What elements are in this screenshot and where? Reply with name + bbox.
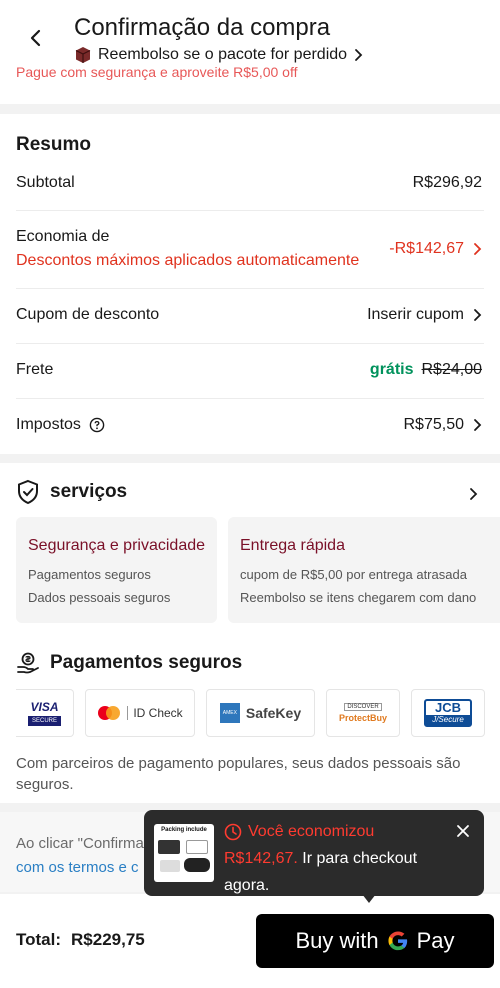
amex-label: SafeKey (245, 705, 302, 721)
payments-note: Com parceiros de pagamento populares, se… (16, 755, 461, 793)
chevron-right-icon[interactable] (468, 487, 478, 501)
pay-label: Pay (416, 928, 455, 953)
subtotal-row: Subtotal R$296,92 (16, 174, 482, 192)
thumb-label: Packing include (161, 827, 207, 833)
shipping-old-price: R$24,00 (421, 361, 483, 378)
header: Confirmação da compra Reembolso se o pac… (0, 0, 500, 104)
services-header[interactable]: serviços (16, 479, 127, 505)
coupon-label: Cupom de desconto (16, 306, 160, 323)
taxes-row[interactable]: Impostos R$75,50 (16, 416, 482, 434)
savings-toast[interactable]: Packing include Você economizou R$142,67… (144, 810, 484, 896)
toast-pointer (362, 894, 376, 903)
mastercard-icon (98, 706, 121, 720)
visa-label: VISA (30, 700, 59, 714)
coupon-row[interactable]: Cupom de desconto Inserir cupom (16, 306, 482, 324)
help-circle-icon[interactable] (89, 417, 105, 433)
service-tile-line: Dados pessoais seguros (28, 590, 171, 605)
refund-guarantee-link[interactable]: Reembolso se o pacote for perdido (74, 46, 363, 64)
back-arrow-icon[interactable] (26, 28, 46, 48)
amex-safekey-logo: AMEX SafeKey (206, 689, 315, 737)
shipping-free: grátis (369, 361, 414, 378)
savings-sublabel: Descontos máximos aplicados automaticame… (16, 252, 360, 269)
google-g-icon (388, 931, 407, 951)
terms-line1-start: Ao clicar "Confirma (16, 835, 144, 852)
secure-hand-icon (17, 652, 39, 674)
divider (16, 343, 484, 344)
divider (16, 210, 484, 211)
amex-icon: AMEX (219, 703, 240, 723)
close-icon[interactable] (456, 824, 470, 838)
shield-check-icon (18, 479, 38, 505)
total-value: R$229,75 (71, 930, 145, 949)
divider (16, 398, 484, 399)
savings-label: Economia de (16, 228, 110, 245)
divider (16, 288, 484, 289)
discover-protectbuy-logo: DISCOVER ProtectBuy (326, 689, 400, 737)
chevron-right-icon (355, 49, 363, 61)
service-tile-title: Segurança e privacidade (28, 537, 206, 554)
visa-secure-logo: VISA SECURE (16, 689, 74, 737)
clock-icon (224, 823, 242, 840)
service-tile-title: Entrega rápida (240, 537, 345, 554)
payments-heading: Pagamentos seguros (50, 652, 243, 673)
jcb-label: JCB (434, 700, 461, 715)
payments-header: Pagamentos seguros (16, 651, 242, 675)
savings-row[interactable]: Economia de Descontos máximos aplicados … (16, 228, 482, 270)
visa-sub: SECURE (27, 716, 61, 726)
chevron-right-icon (474, 309, 482, 321)
toast-amount: R$142,67. (224, 850, 298, 867)
product-thumbnail: Packing include (154, 824, 214, 882)
shipping-row: Frete grátis R$24,00 (16, 361, 482, 379)
mastercard-label: ID Check (127, 706, 183, 720)
services-heading: serviços (50, 481, 128, 502)
chevron-right-icon (474, 419, 482, 431)
taxes-label: Impostos (16, 416, 81, 433)
summary-heading: Resumo (16, 134, 91, 155)
toast-saved-label: Você economizou (248, 823, 375, 840)
package-icon (75, 47, 91, 63)
discover-label: DISCOVER (344, 703, 382, 711)
toast-message: Você economizou R$142,67. Ir para checko… (224, 818, 444, 899)
buy-with-label: Buy with (295, 928, 379, 953)
service-tile-delivery[interactable]: Entrega rápida cupom de R$5,00 por entre… (228, 517, 500, 623)
refund-guarantee-label: Reembolso se o pacote for perdido (98, 46, 348, 63)
google-pay-button[interactable]: Buy with Pay (256, 914, 494, 968)
jcb-sub: J/Secure (426, 715, 470, 725)
service-tile-security[interactable]: Segurança e privacidade Pagamentos segur… (16, 517, 217, 623)
service-tile-line: Reembolso se itens chegarem com dano (240, 590, 477, 605)
total: Total: R$229,75 (16, 930, 145, 950)
jcb-jsecure-logo: JCB J/Secure (411, 689, 485, 737)
page-title: Confirmação da compra (74, 14, 331, 41)
summary-card: Resumo Subtotal R$296,92 Economia de Des… (0, 114, 500, 454)
service-tile-line: cupom de R$5,00 por entrega atrasada (240, 567, 467, 582)
taxes-value: R$75,50 (403, 416, 465, 433)
subtotal-value: R$296,92 (412, 174, 482, 191)
checkout-bar: Total: R$229,75 Buy with Pay (0, 894, 500, 988)
savings-value: -R$142,67 (389, 240, 464, 257)
coupon-value: Inserir cupom (367, 306, 464, 323)
service-tile-line: Pagamentos seguros (28, 567, 151, 582)
discover-sub: ProtectBuy (338, 713, 387, 723)
shipping-label: Frete (16, 361, 54, 378)
mastercard-id-check-logo: ID Check (85, 689, 195, 737)
total-label: Total: (16, 930, 62, 949)
services-card: serviços Segurança e privacidade Pagamen… (0, 463, 500, 803)
clipped-promo-text: Pague com segurança e aproveite R$5,00 o… (16, 64, 298, 80)
subtotal-label: Subtotal (16, 174, 75, 191)
chevron-right-icon (474, 243, 482, 255)
